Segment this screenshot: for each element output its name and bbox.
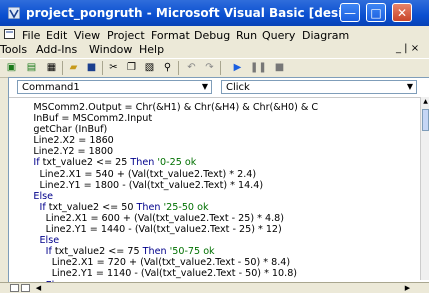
maximize-icon: □ xyxy=(370,6,382,20)
open-icon[interactable]: ▰ xyxy=(66,61,81,74)
end-icon[interactable]: ■ xyxy=(272,61,287,74)
code-editor[interactable]: MSComm2.Output = Chr(&H1) & Chr(&H4) & C… xyxy=(9,97,423,283)
code-line[interactable]: If txt_value2 <= 25 Then '0-25 ok xyxy=(9,157,196,168)
break-icon[interactable]: ❚❚ xyxy=(250,61,267,74)
code-line[interactable]: Line2.Y1 = 1800 - (Val(txt_value2.Text) … xyxy=(9,180,263,191)
procedure-combo-value: Click xyxy=(226,82,250,93)
copy-icon[interactable]: ❐ xyxy=(124,61,139,74)
vb-ide-window: project_pongruth - Microsoft Visual Basi… xyxy=(0,0,429,293)
minimize-icon: — xyxy=(344,6,356,20)
scroll-up-icon[interactable]: ▲ xyxy=(421,97,429,107)
menu-run[interactable]: Run xyxy=(236,29,257,42)
code-line[interactable]: Else xyxy=(9,235,60,246)
doc-system-icon[interactable] xyxy=(4,29,15,39)
menu-bar: File Edit View Project Format Debug Run … xyxy=(0,27,429,57)
toolbar-separator xyxy=(178,61,179,75)
code-line[interactable]: MSComm2.Output = Chr(&H1) & Chr(&H4) & C… xyxy=(9,102,318,113)
procedure-view-button[interactable] xyxy=(10,284,19,292)
vertical-scrollbar[interactable]: ▲ xyxy=(420,97,429,280)
toolbar-separator xyxy=(62,61,63,75)
chevron-down-icon[interactable]: ▼ xyxy=(199,81,211,93)
close-button[interactable]: ✕ xyxy=(392,3,412,22)
scroll-left-icon[interactable]: ◀ xyxy=(34,283,43,293)
menu-edit[interactable]: Edit xyxy=(46,29,67,42)
code-line[interactable]: Else xyxy=(9,191,53,202)
menu-editor-icon[interactable]: ▦ xyxy=(44,61,59,74)
find-icon[interactable]: ⚲ xyxy=(160,61,175,74)
code-line[interactable]: Line2.X1 = 540 + (Val(txt_value2.Text) *… xyxy=(9,169,256,180)
menu-diagram[interactable]: Diagram xyxy=(302,29,349,42)
close-icon: ✕ xyxy=(396,6,408,20)
vb-app-icon xyxy=(8,7,20,19)
mdi-controls[interactable]: _ | × xyxy=(396,43,419,54)
code-line[interactable]: getChar (InBuf) xyxy=(9,124,107,135)
undo-icon[interactable]: ↶ xyxy=(184,61,199,74)
menu-help[interactable]: Help xyxy=(139,43,164,56)
object-combo[interactable]: Command1 ▼ xyxy=(17,80,212,94)
menu-project[interactable]: Project xyxy=(107,29,145,42)
code-line[interactable]: Line2.Y2 = 1800 xyxy=(9,146,113,157)
window-title: project_pongruth - Microsoft Visual Basi… xyxy=(26,6,356,20)
code-line[interactable]: Line2.X1 = 600 + (Val(txt_value2.Text - … xyxy=(9,213,284,224)
menu-view[interactable]: View xyxy=(74,29,100,42)
menu-debug[interactable]: Debug xyxy=(194,29,230,42)
add-project-icon[interactable]: ▣ xyxy=(4,61,19,74)
code-line[interactable]: If txt_value2 <= 50 Then '25-50 ok xyxy=(9,202,209,213)
paste-icon[interactable]: ▧ xyxy=(142,61,157,74)
standard-toolbar: ▣ ▤ ▦ ▰ ■ ✂ ❐ ▧ ⚲ ↶ ↷ ▶ ❚❚ ■ xyxy=(0,58,429,78)
cut-icon[interactable]: ✂ xyxy=(106,61,121,74)
add-form-icon[interactable]: ▤ xyxy=(24,61,39,74)
code-text[interactable]: MSComm2.Output = Chr(&H1) & Chr(&H4) & C… xyxy=(9,102,318,283)
menu-file[interactable]: File xyxy=(22,29,40,42)
code-line[interactable]: Line2.X2 = 1860 xyxy=(9,135,113,146)
code-line[interactable]: If txt_value2 <= 75 Then '50-75 ok xyxy=(9,246,215,257)
menu-tools[interactable]: Tools xyxy=(0,43,27,56)
save-icon[interactable]: ■ xyxy=(84,61,99,74)
code-line[interactable]: Line2.Y1 = 1140 - (Val(txt_value2.Text -… xyxy=(9,268,297,279)
procedure-combo[interactable]: Click ▼ xyxy=(221,80,417,94)
menu-add-ins[interactable]: Add-Ins xyxy=(36,43,77,56)
scrollbar-thumb[interactable] xyxy=(422,109,429,131)
redo-icon[interactable]: ↷ xyxy=(202,61,217,74)
menu-query[interactable]: Query xyxy=(262,29,295,42)
object-combo-value: Command1 xyxy=(22,82,80,93)
full-module-view-button[interactable] xyxy=(21,284,30,292)
code-line[interactable]: InBuf = MSComm2.Input xyxy=(9,113,152,124)
code-window: Command1 ▼ Click ▼ MSComm2.Output = Chr(… xyxy=(8,77,429,283)
menu-window[interactable]: Window xyxy=(89,43,132,56)
chevron-down-icon[interactable]: ▼ xyxy=(404,81,416,93)
maximize-button[interactable]: □ xyxy=(366,3,386,22)
code-line[interactable]: Line2.Y1 = 1440 - (Val(txt_value2.Text -… xyxy=(9,224,282,235)
editor-bottom-bar: ◀ ▶ xyxy=(0,282,429,293)
toolbar-separator xyxy=(220,61,221,75)
start-icon[interactable]: ▶ xyxy=(230,61,245,74)
menu-format[interactable]: Format xyxy=(151,29,190,42)
minimize-button[interactable]: — xyxy=(340,3,360,22)
toolbar-separator xyxy=(102,61,103,75)
code-line[interactable]: Line2.X1 = 720 + (Val(txt_value2.Text - … xyxy=(9,257,290,268)
scroll-right-icon[interactable]: ▶ xyxy=(403,283,412,293)
title-bar[interactable]: project_pongruth - Microsoft Visual Basi… xyxy=(0,0,429,26)
